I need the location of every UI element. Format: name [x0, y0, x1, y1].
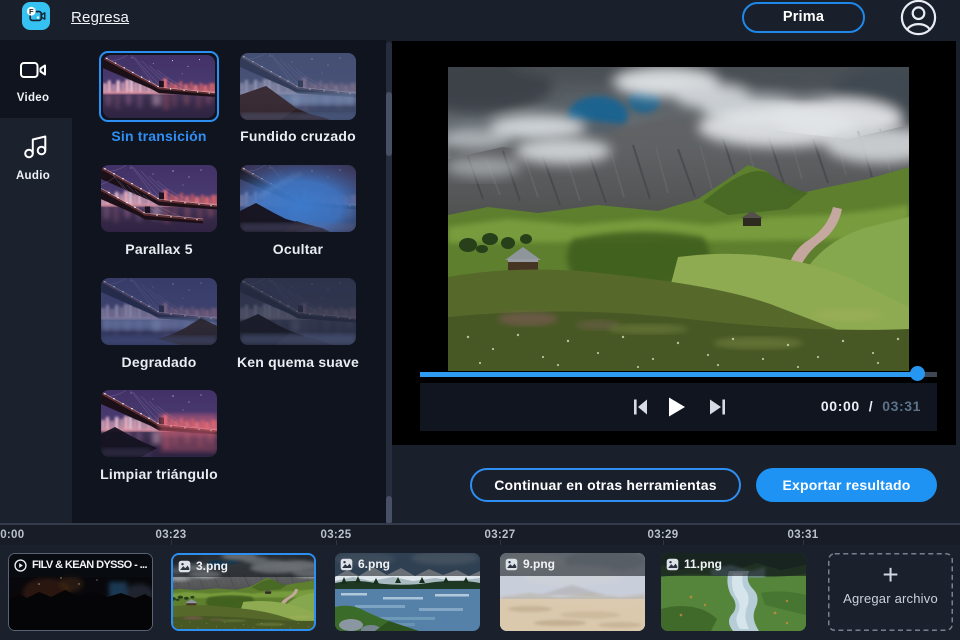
- svg-text:F: F: [29, 7, 34, 16]
